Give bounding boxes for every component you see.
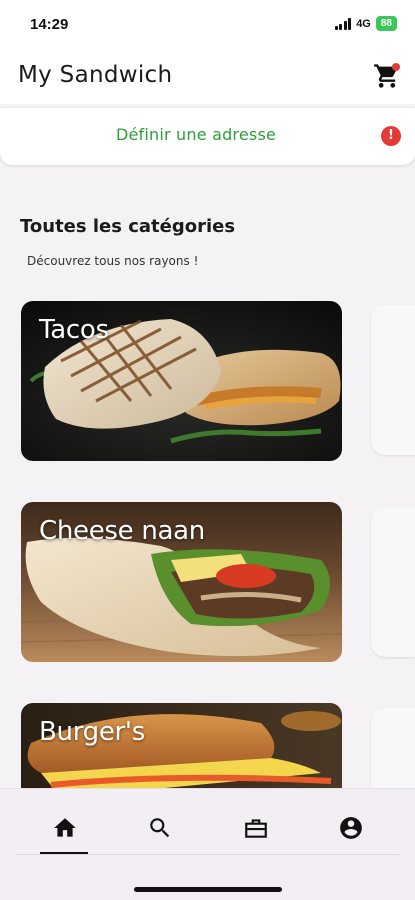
nav-active-indicator: [40, 852, 88, 854]
address-card[interactable]: Définir une adresse !: [0, 108, 415, 165]
categories-title: Toutes les catégories: [20, 216, 236, 237]
signal-icon: [334, 17, 352, 30]
category-label: Cheese naan: [39, 516, 205, 546]
nav-divider: [16, 854, 399, 855]
status-indicators: 4G 88: [334, 16, 397, 31]
briefcase-icon: [245, 819, 267, 838]
category-card-peek[interactable]: [371, 507, 415, 657]
nav-home[interactable]: [52, 815, 78, 841]
home-icon: [54, 818, 76, 837]
app-title: My Sandwich: [18, 62, 173, 88]
app-bar: My Sandwich: [0, 50, 415, 104]
nav-account[interactable]: [338, 815, 364, 841]
category-label: Burger's: [39, 717, 146, 747]
status-time: 14:29: [30, 16, 69, 33]
alert-icon: !: [381, 126, 401, 146]
category-card-cheese-naan[interactable]: Cheese naan: [21, 502, 342, 662]
account-icon: [340, 817, 362, 839]
address-label: Définir une adresse: [115, 125, 277, 144]
home-indicator: [134, 887, 282, 892]
nav-orders[interactable]: [243, 815, 269, 841]
network-type: 4G: [356, 17, 371, 30]
battery-icon: 88: [375, 16, 397, 31]
cart-badge: [392, 63, 400, 71]
category-card-tacos[interactable]: Tacos: [21, 301, 342, 461]
bottom-navigation: [0, 788, 415, 900]
search-icon: [150, 818, 170, 838]
status-bar: 14:29 4G 88: [0, 0, 415, 50]
nav-search[interactable]: [147, 815, 173, 841]
categories-subtitle: Découvrez tous nos rayons !: [27, 254, 199, 268]
category-label: Tacos: [39, 315, 109, 345]
category-card-peek[interactable]: [371, 305, 415, 455]
cart-button[interactable]: [373, 62, 401, 90]
